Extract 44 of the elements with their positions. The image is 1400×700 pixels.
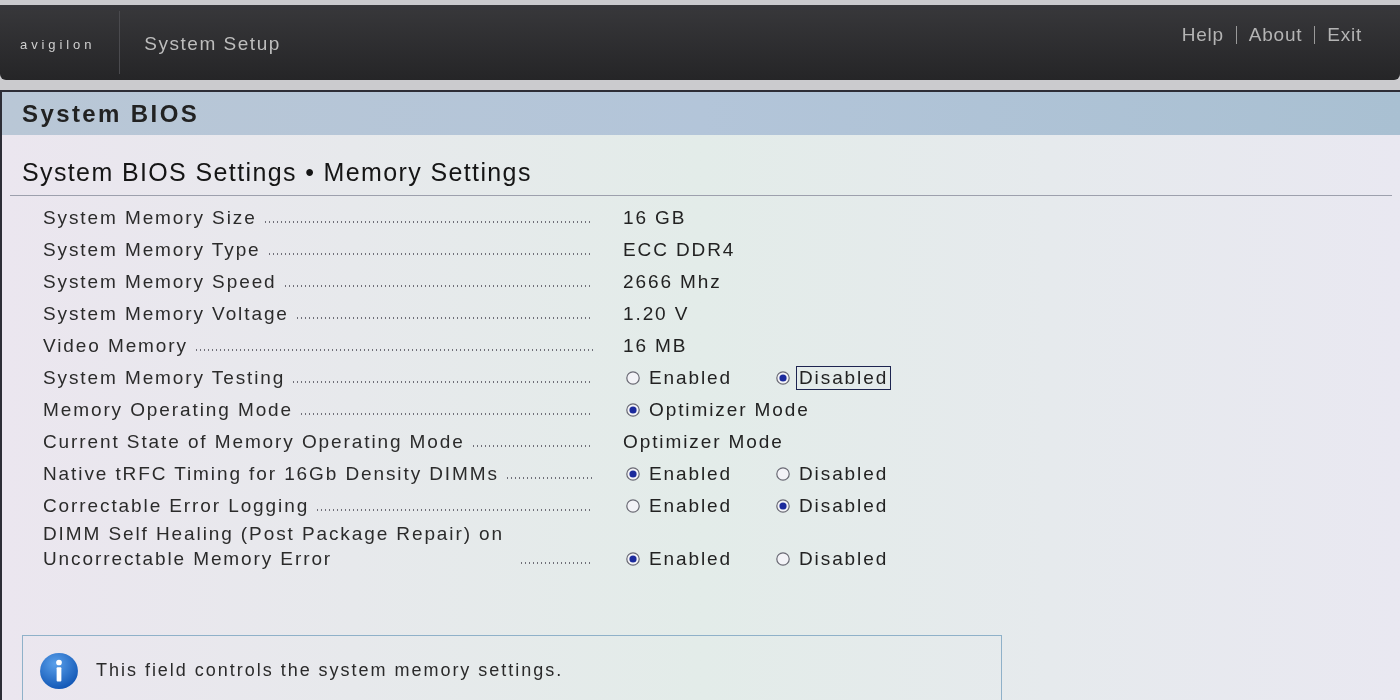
setting-value: 1.20 V <box>623 302 690 326</box>
radio-label[interactable]: Optimizer Mode <box>646 397 813 422</box>
setting-label: Native tRFC Timing for 16Gb Density DIMMs <box>43 462 499 486</box>
radio-label[interactable]: Enabled <box>646 461 736 486</box>
radio-label[interactable]: Disabled <box>796 493 892 518</box>
radio-label[interactable]: Disabled <box>796 546 892 571</box>
logo-wordmark: avigilon <box>20 35 96 54</box>
radio-button[interactable] <box>776 370 790 385</box>
setting-value: Optimizer Mode <box>623 430 784 454</box>
setting-label: Memory Operating Mode <box>43 398 294 422</box>
radio-button[interactable] <box>626 498 640 513</box>
setting-label: System Memory Speed <box>43 270 277 294</box>
page-heading: System BIOS Settings • Memory Settings <box>22 158 532 186</box>
setting-label: System Memory Type <box>43 238 261 262</box>
help-text: This field controls the system memory settings. <box>96 659 564 682</box>
header-link[interactable]: Exit <box>1327 21 1362 50</box>
radio-label[interactable]: Disabled <box>796 365 892 390</box>
setting-label: Current State of Memory Operating Mode <box>43 430 465 454</box>
setting-value: 2666 Mhz <box>623 270 722 294</box>
setting-label: System Memory Voltage <box>43 302 289 326</box>
radio-button[interactable] <box>626 466 640 481</box>
section-title: System BIOS <box>22 98 200 129</box>
setting-value: 16 GB <box>623 206 687 230</box>
setting-label: DIMM Self Healing (Post Package Repair) on Uncorrectable Memory Error <box>43 522 505 571</box>
radio-button[interactable] <box>776 498 790 513</box>
radio-label[interactable]: Enabled <box>646 493 736 518</box>
radio-button[interactable] <box>626 370 640 385</box>
header-link[interactable]: About <box>1248 21 1303 50</box>
radio-button[interactable] <box>776 466 790 481</box>
header-link[interactable]: Help <box>1181 21 1224 50</box>
setting-label: Correctable Error Logging <box>43 494 310 518</box>
radio-label[interactable]: Enabled <box>646 546 736 571</box>
radio-button[interactable] <box>626 551 640 566</box>
setting-value: 16 MB <box>623 334 688 358</box>
radio-button[interactable] <box>626 402 640 417</box>
setting-value: ECC DDR4 <box>623 238 736 262</box>
info-icon <box>38 653 80 689</box>
app-title: System Setup <box>144 32 281 57</box>
radio-label[interactable]: Disabled <box>796 461 892 486</box>
setting-label: System Memory Testing <box>43 366 286 390</box>
setting-label: Video Memory <box>43 334 188 358</box>
radio-button[interactable] <box>776 551 790 566</box>
setting-label: System Memory Size <box>43 206 257 230</box>
radio-label[interactable]: Enabled <box>646 365 736 390</box>
